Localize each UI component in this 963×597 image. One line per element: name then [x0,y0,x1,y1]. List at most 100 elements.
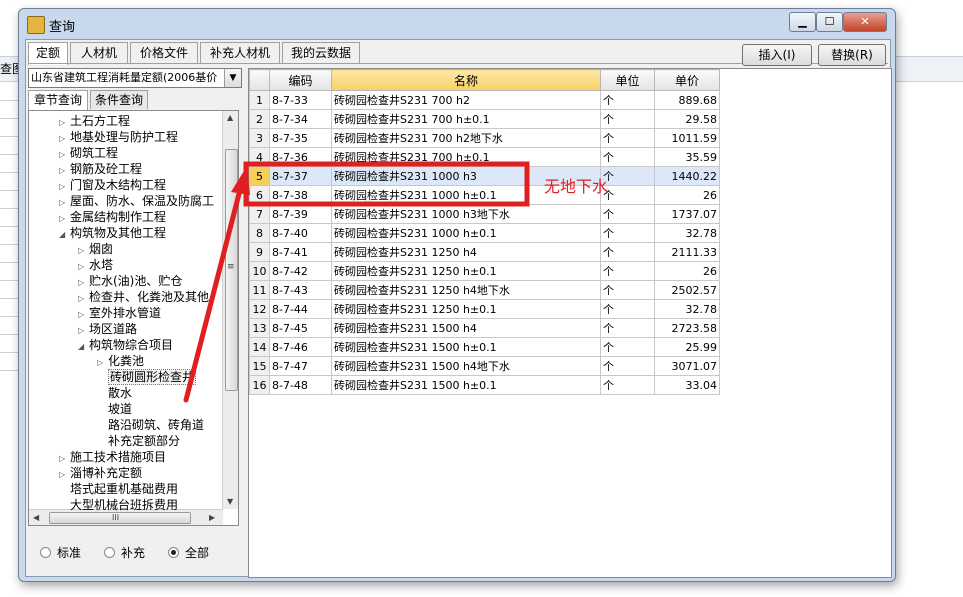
unit-cell[interactable]: 个 [600,109,655,129]
scroll-up-icon[interactable]: ▲ [227,113,233,122]
unit-cell[interactable]: 个 [600,356,655,376]
unit-cell[interactable]: 个 [600,90,655,110]
row-number[interactable]: 8 [249,223,270,243]
tree-item[interactable]: ▷ 淄博补充定额 [59,465,142,481]
row-number[interactable]: 10 [249,261,270,281]
tab-condition-query[interactable]: 条件查询 [90,90,148,109]
row-number[interactable]: 1 [249,90,270,110]
tree-item[interactable]: ▷ 化粪池 [97,353,144,369]
name-cell[interactable]: 砖砌园检查井S231 1250 h±0.1 [331,261,601,281]
tree-item[interactable]: ▷ 砌筑工程 [59,145,118,161]
table-row[interactable]: 7 8-7-39 砖砌园检查井S231 1000 h3地下水个 1737.07 [249,204,720,224]
code-cell[interactable]: 8-7-43 [269,280,332,300]
row-number[interactable]: 4 [249,147,270,167]
tree-item[interactable]: 砖砌圆形检查井 [97,369,197,385]
tree-item[interactable]: ▷ 土石方工程 [59,113,130,129]
table-row[interactable]: 3 8-7-35 砖砌园检查井S231 700 h2地下水个 1011.59 [249,128,720,148]
price-cell[interactable]: 1737.07 [654,204,720,224]
price-cell[interactable]: 35.59 [654,147,720,167]
tab-quota[interactable]: 定额 [28,42,68,65]
table-row[interactable]: 6 8-7-38 砖砌园检查井S231 1000 h±0.1 个 26 [249,185,720,205]
table-row[interactable]: 15 8-7-47 砖砌园检查井S231 1500 h4地下水个 3071.07 [249,356,720,376]
tab-chapter-query[interactable]: 章节查询 [28,90,88,110]
header-code[interactable]: 编码 [269,69,332,91]
tree-item[interactable]: ◢ 构筑物及其他工程 [59,225,166,241]
unit-cell[interactable]: 个 [600,280,655,300]
tree-item[interactable]: ▷ 门窗及木结构工程 [59,177,166,193]
name-cell[interactable]: 砖砌园检查井S231 1250 h4 [331,242,601,262]
code-cell[interactable]: 8-7-40 [269,223,332,243]
tree-item[interactable]: ▷ 场区道路 [78,321,137,337]
close-button[interactable]: ✕ [843,12,887,32]
price-cell[interactable]: 29.58 [654,109,720,129]
scroll-down-icon[interactable]: ▼ [227,497,233,506]
unit-cell[interactable]: 个 [600,128,655,148]
row-number[interactable]: 9 [249,242,270,262]
name-cell[interactable]: 砖砌园检查井S231 700 h2 [331,90,601,110]
code-cell[interactable]: 8-7-33 [269,90,332,110]
price-cell[interactable]: 26 [654,185,720,205]
table-row[interactable]: 16 8-7-48 砖砌园检查井S231 1500 h±0.1 个 33.04 [249,375,720,395]
name-cell[interactable]: 砖砌园检查井S231 1500 h4 [331,318,601,338]
price-cell[interactable]: 889.68 [654,90,720,110]
unit-cell[interactable]: 个 [600,185,655,205]
code-cell[interactable]: 8-7-36 [269,147,332,167]
collapse-icon[interactable]: ◢ [59,227,70,243]
tree-item[interactable]: ▷ 室外排水管道 [78,305,161,321]
collapse-icon[interactable]: ◢ [78,339,89,355]
quota-library-select[interactable]: 山东省建筑工程消耗量定额(2006基价 ▼ [28,68,242,88]
tree-item[interactable]: ▷ 金属结构制作工程 [59,209,166,225]
row-number[interactable]: 7 [249,204,270,224]
tab-supplement-materials[interactable]: 补充人材机 [200,42,280,63]
code-cell[interactable]: 8-7-37 [269,166,332,186]
row-number[interactable]: 5 [249,166,270,186]
row-number[interactable]: 14 [249,337,270,357]
table-row[interactable]: 5 8-7-37 砖砌园检查井S231 1000 h3 个 1440.22 [249,166,720,186]
unit-cell[interactable]: 个 [600,204,655,224]
name-cell[interactable]: 砖砌园检查井S231 1250 h4地下水 [331,280,601,300]
maximize-button[interactable]: ☐ [816,12,843,32]
tree-hscroll-thumb[interactable]: III [49,512,191,524]
tree-item[interactable]: ▷ 检查井、化粪池及其他 [78,289,209,305]
header-unit[interactable]: 单位 [600,69,655,91]
tree-item[interactable]: ▷ 贮水(油)池、贮仓 [78,273,182,289]
tree-item[interactable]: 路沿砌筑、砖角道 [97,417,204,433]
price-cell[interactable]: 1011.59 [654,128,720,148]
price-cell[interactable]: 1440.22 [654,166,720,186]
radio-all[interactable]: 全部 [168,544,209,561]
name-cell[interactable]: 砖砌园检查井S231 1500 h4地下水 [331,356,601,376]
code-cell[interactable]: 8-7-47 [269,356,332,376]
name-cell[interactable]: 砖砌园检查井S231 1500 h±0.1 [331,337,601,357]
row-number[interactable]: 2 [249,109,270,129]
chevron-down-icon[interactable]: ▼ [224,69,241,87]
code-cell[interactable]: 8-7-35 [269,128,332,148]
table-row[interactable]: 12 8-7-44 砖砌园检查井S231 1250 h±0.1 个 32.78 [249,299,720,319]
header-name[interactable]: 名称 [331,69,601,91]
table-row[interactable]: 11 8-7-43 砖砌园检查井S231 1250 h4地下水个 2502.57 [249,280,720,300]
code-cell[interactable]: 8-7-48 [269,375,332,395]
unit-cell[interactable]: 个 [600,242,655,262]
price-cell[interactable]: 32.78 [654,223,720,243]
row-number[interactable]: 16 [249,375,270,395]
price-cell[interactable]: 25.99 [654,337,720,357]
tree-item[interactable]: 补充定额部分 [97,433,180,449]
price-cell[interactable]: 2502.57 [654,280,720,300]
table-row[interactable]: 2 8-7-34 砖砌园检查井S231 700 h±0.1 个 29.58 [249,109,720,129]
row-number[interactable]: 12 [249,299,270,319]
unit-cell[interactable]: 个 [600,261,655,281]
name-cell[interactable]: 砖砌园检查井S231 1250 h±0.1 [331,299,601,319]
price-cell[interactable]: 33.04 [654,375,720,395]
price-cell[interactable]: 32.78 [654,299,720,319]
unit-cell[interactable]: 个 [600,223,655,243]
scroll-left-icon[interactable]: ◀ [33,513,39,522]
row-number[interactable]: 6 [249,185,270,205]
table-row[interactable]: 13 8-7-45 砖砌园检查井S231 1500 h4 个 2723.58 [249,318,720,338]
scroll-right-icon[interactable]: ▶ [209,513,215,522]
tree-item[interactable]: ◢ 构筑物综合项目 [78,337,173,353]
radio-standard[interactable]: 标准 [40,544,81,561]
row-number[interactable]: 3 [249,128,270,148]
radio-supplement[interactable]: 补充 [104,544,145,561]
replace-button[interactable]: 替换(R) [818,44,886,66]
unit-cell[interactable]: 个 [600,299,655,319]
table-row[interactable]: 8 8-7-40 砖砌园检查井S231 1000 h±0.1 个 32.78 [249,223,720,243]
